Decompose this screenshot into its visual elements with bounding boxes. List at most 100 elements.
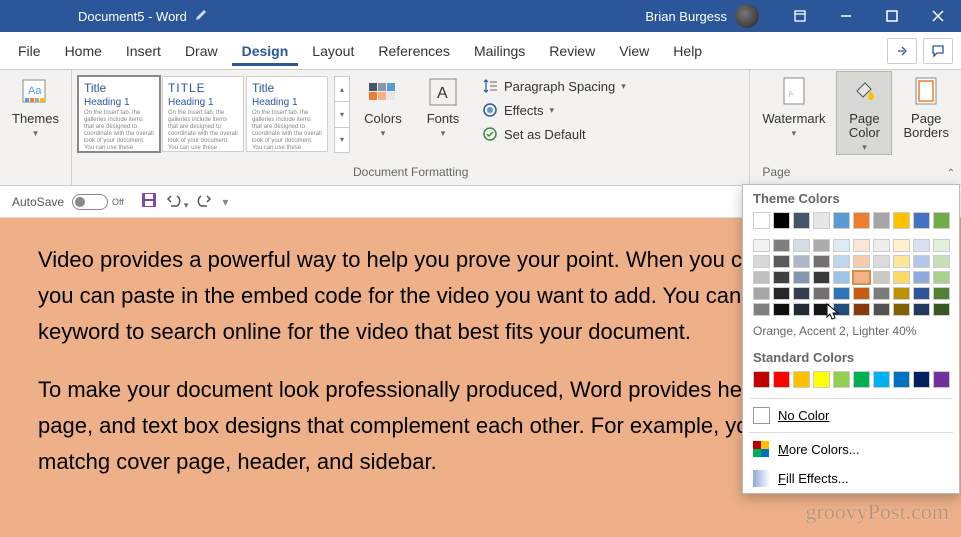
tab-draw[interactable]: Draw bbox=[175, 35, 228, 66]
color-swatch[interactable] bbox=[933, 239, 950, 252]
color-swatch[interactable] bbox=[873, 212, 890, 229]
minimize-button[interactable] bbox=[823, 0, 869, 32]
color-swatch[interactable] bbox=[813, 212, 830, 229]
page-color-button[interactable]: Page Color ▾ bbox=[837, 72, 891, 154]
rename-icon[interactable] bbox=[195, 9, 207, 24]
color-swatch[interactable] bbox=[933, 303, 950, 316]
color-swatch[interactable] bbox=[793, 239, 810, 252]
color-swatch[interactable] bbox=[813, 287, 830, 300]
style-set-gallery[interactable]: TitleHeading 1On the Insert tab, the gal… bbox=[78, 72, 328, 152]
color-swatch[interactable] bbox=[833, 239, 850, 252]
color-swatch[interactable] bbox=[833, 255, 850, 268]
color-swatch[interactable] bbox=[833, 212, 850, 229]
color-swatch[interactable] bbox=[793, 255, 810, 268]
color-swatch[interactable] bbox=[933, 271, 950, 284]
fonts-button[interactable]: A Fonts ▾ bbox=[416, 72, 470, 140]
color-swatch[interactable] bbox=[933, 371, 950, 388]
color-swatch[interactable] bbox=[913, 271, 930, 284]
tab-home[interactable]: Home bbox=[55, 35, 112, 66]
color-swatch[interactable] bbox=[773, 212, 790, 229]
tab-file[interactable]: File bbox=[8, 35, 51, 66]
tab-help[interactable]: Help bbox=[663, 35, 712, 66]
color-swatch[interactable] bbox=[773, 303, 790, 316]
color-swatch[interactable] bbox=[853, 212, 870, 229]
color-swatch[interactable] bbox=[773, 371, 790, 388]
color-swatch[interactable] bbox=[853, 303, 870, 316]
color-swatch[interactable] bbox=[873, 287, 890, 300]
color-swatch[interactable] bbox=[873, 239, 890, 252]
more-colors-option[interactable]: More Colors... bbox=[743, 435, 959, 464]
color-swatch[interactable] bbox=[813, 303, 830, 316]
tab-mailings[interactable]: Mailings bbox=[464, 35, 535, 66]
set-as-default-button[interactable]: Set as Default bbox=[476, 122, 632, 146]
color-swatch[interactable] bbox=[773, 271, 790, 284]
color-swatch[interactable] bbox=[773, 239, 790, 252]
color-swatch[interactable] bbox=[813, 239, 830, 252]
style-set-card[interactable]: TitleHeading 1On the Insert tab, the gal… bbox=[78, 76, 160, 152]
tab-view[interactable]: View bbox=[609, 35, 659, 66]
color-swatch[interactable] bbox=[853, 371, 870, 388]
color-swatch[interactable] bbox=[893, 271, 910, 284]
color-swatch[interactable] bbox=[753, 371, 770, 388]
color-swatch[interactable] bbox=[793, 371, 810, 388]
gallery-scroll[interactable]: ▴▾▾ bbox=[334, 76, 350, 152]
close-button[interactable] bbox=[915, 0, 961, 32]
color-swatch[interactable] bbox=[773, 287, 790, 300]
color-swatch[interactable] bbox=[873, 303, 890, 316]
page-borders-button[interactable]: Page Borders bbox=[897, 72, 955, 140]
tab-references[interactable]: References bbox=[368, 35, 460, 66]
color-swatch[interactable] bbox=[853, 255, 870, 268]
color-swatch[interactable] bbox=[833, 303, 850, 316]
color-swatch[interactable] bbox=[813, 255, 830, 268]
paragraph-spacing-button[interactable]: Paragraph Spacing ▾ bbox=[476, 74, 632, 98]
colors-button[interactable]: Colors ▾ bbox=[356, 72, 410, 140]
color-swatch[interactable] bbox=[853, 287, 870, 300]
tab-layout[interactable]: Layout bbox=[302, 35, 364, 66]
color-swatch[interactable] bbox=[933, 287, 950, 300]
tab-insert[interactable]: Insert bbox=[116, 35, 171, 66]
color-swatch[interactable] bbox=[913, 212, 930, 229]
color-swatch[interactable] bbox=[833, 287, 850, 300]
color-swatch[interactable] bbox=[793, 287, 810, 300]
color-swatch[interactable] bbox=[913, 287, 930, 300]
watermark-button[interactable]: A Watermark ▾ bbox=[756, 72, 831, 140]
color-swatch[interactable] bbox=[933, 255, 950, 268]
qat-customize-icon[interactable]: ▾ bbox=[222, 195, 228, 209]
color-swatch[interactable] bbox=[753, 271, 770, 284]
color-swatch[interactable] bbox=[773, 255, 790, 268]
no-color-option[interactable]: No Color bbox=[743, 401, 959, 430]
color-swatch[interactable] bbox=[833, 271, 850, 284]
color-swatch[interactable] bbox=[793, 271, 810, 284]
style-set-card[interactable]: TitleHeading 1On the Insert tab, the gal… bbox=[246, 76, 328, 152]
color-swatch[interactable] bbox=[813, 271, 830, 284]
color-swatch[interactable] bbox=[873, 271, 890, 284]
user-avatar[interactable] bbox=[735, 4, 759, 28]
save-button[interactable] bbox=[140, 191, 158, 212]
themes-button[interactable]: Aa Themes ▾ bbox=[6, 72, 65, 140]
comments-button[interactable] bbox=[923, 38, 953, 64]
color-swatch[interactable] bbox=[893, 303, 910, 316]
color-swatch[interactable] bbox=[893, 371, 910, 388]
color-swatch[interactable] bbox=[893, 212, 910, 229]
color-swatch[interactable] bbox=[893, 255, 910, 268]
color-swatch[interactable] bbox=[753, 303, 770, 316]
effects-button[interactable]: Effects ▾ bbox=[476, 98, 632, 122]
color-swatch[interactable] bbox=[753, 287, 770, 300]
share-button[interactable] bbox=[887, 38, 917, 64]
color-swatch[interactable] bbox=[893, 239, 910, 252]
color-swatch[interactable] bbox=[893, 287, 910, 300]
color-swatch[interactable] bbox=[813, 371, 830, 388]
maximize-button[interactable] bbox=[869, 0, 915, 32]
color-swatch[interactable] bbox=[913, 239, 930, 252]
color-swatch[interactable] bbox=[753, 239, 770, 252]
tab-review[interactable]: Review bbox=[539, 35, 605, 66]
color-swatch[interactable] bbox=[793, 212, 810, 229]
color-swatch[interactable] bbox=[873, 255, 890, 268]
color-swatch[interactable] bbox=[933, 212, 950, 229]
color-swatch[interactable] bbox=[793, 303, 810, 316]
fill-effects-option[interactable]: Fill Effects... bbox=[743, 464, 959, 493]
autosave-toggle[interactable] bbox=[72, 194, 108, 210]
color-swatch[interactable] bbox=[753, 212, 770, 229]
collapse-ribbon-icon[interactable]: ⌃ bbox=[947, 168, 955, 179]
color-swatch[interactable] bbox=[873, 371, 890, 388]
